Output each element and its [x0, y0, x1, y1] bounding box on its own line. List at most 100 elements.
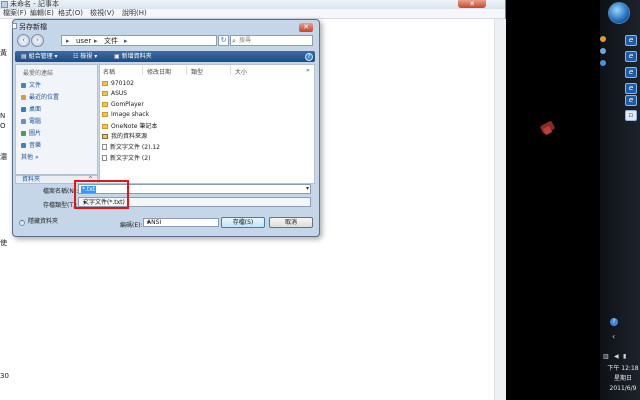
file-name: 新文字文件 (2) — [110, 155, 151, 162]
tray-app-icon[interactable] — [600, 36, 606, 42]
command-bar: ▤ 組合管理 ▾ ☷ 檢視 ▾ ▣ 新增資料夾 ? — [15, 51, 315, 62]
file-name: GomPlayer — [111, 101, 144, 108]
encoding-label: 編碼(E): — [120, 222, 143, 229]
back-button[interactable]: ‹ — [17, 34, 30, 47]
favorite-more[interactable]: 其他 » — [21, 152, 39, 161]
dialog-title-icon — [12, 23, 17, 29]
favorite-label: 其他 — [21, 154, 34, 161]
documents-icon — [21, 83, 26, 88]
volume-icon[interactable]: ◀ — [614, 353, 619, 360]
file-name: 我的資料來源 — [111, 133, 148, 140]
favorite-pictures[interactable]: 圖片 — [21, 128, 41, 137]
text-file-icon — [102, 144, 107, 150]
chevron-down-icon[interactable]: ▾ — [306, 185, 309, 193]
favorite-label: 圖片 — [29, 130, 42, 137]
folder-icon — [102, 91, 108, 96]
dialog-title: 另存新檔 — [19, 23, 47, 31]
tray-app-icon[interactable] — [600, 48, 606, 54]
search-placeholder: 搜尋 — [239, 37, 252, 44]
background-text-fragment: O — [0, 122, 6, 130]
ie-icon[interactable]: e — [625, 51, 637, 62]
folder-icon — [102, 124, 108, 129]
file-name: ASUS — [111, 90, 128, 97]
highlight-annotation-box — [74, 180, 129, 209]
file-item[interactable]: Image shack — [102, 111, 149, 118]
start-orb-icon[interactable] — [608, 2, 630, 24]
save-button[interactable]: 存檔(S) — [221, 217, 265, 228]
battery-icon[interactable]: ▮ — [623, 353, 626, 360]
file-name: 新文字文件 (2).12 — [110, 144, 160, 151]
organize-label: 組合管理 — [28, 53, 53, 60]
encoding-select[interactable]: ANSI ▾ — [143, 218, 219, 227]
column-divider[interactable] — [186, 66, 187, 75]
views-button[interactable]: ☷ 檢視 ▾ — [73, 51, 97, 62]
column-type[interactable]: 類型 — [191, 67, 203, 76]
address-bar[interactable]: ▸ user ▸ 文件 ▸ — [61, 35, 217, 46]
favorite-recent-places[interactable]: 最近的位置 — [21, 92, 59, 101]
favorite-links-pane: 最愛的連結 文件 最近的位置 桌面 電腦 圖片 音樂 其他 » — [15, 64, 98, 175]
ie-icon[interactable]: e — [625, 83, 637, 94]
ie-icon[interactable]: e — [625, 67, 637, 78]
background-text-fragment: 使 — [0, 239, 7, 247]
hide-folders-label: 隱藏資料夾 — [28, 218, 59, 225]
notepad-close-button[interactable]: ✕ — [458, 0, 486, 8]
menu-format[interactable]: 格式(O) — [58, 9, 83, 18]
hide-folders-toggle[interactable]: ˄ 隱藏資料夾 — [19, 216, 58, 226]
show-hidden-icons-arrow[interactable]: ‹ — [612, 332, 615, 341]
refresh-button[interactable]: ↻ — [218, 35, 229, 46]
menu-file[interactable]: 檔案(F) — [3, 9, 27, 18]
notepad-scrollbar[interactable] — [494, 19, 506, 400]
clock-day: 星期日 — [613, 375, 632, 382]
file-item[interactable]: ASUS — [102, 90, 127, 97]
dialog-close-button[interactable]: ✕ — [299, 23, 313, 32]
network-icon[interactable]: ▥ — [603, 353, 609, 360]
more-chevron-icon: » — [34, 154, 39, 161]
column-date-modified[interactable]: 修改日期 — [147, 67, 171, 76]
help-icon[interactable]: ? — [610, 318, 618, 326]
clock[interactable]: 下午 12:18 星期日 2011/6/9 — [606, 364, 640, 394]
notepad-icon — [1, 1, 8, 8]
new-folder-button[interactable]: ▣ 新增資料夾 — [114, 51, 152, 62]
notepad-menubar: 檔案(F) 編輯(E) 格式(O) 檢視(V) 說明(H) — [0, 9, 505, 19]
help-button[interactable]: ? — [305, 53, 313, 61]
menu-view[interactable]: 檢視(V) — [90, 9, 114, 18]
search-icon: ⌕ — [232, 37, 236, 45]
column-menu-icon[interactable]: » — [306, 67, 310, 74]
favorite-label: 最近的位置 — [29, 94, 60, 101]
column-divider[interactable] — [230, 66, 231, 75]
cancel-button[interactable]: 取消 — [269, 217, 313, 228]
shared-folder-icon — [102, 134, 108, 139]
search-input[interactable]: ⌕ 搜尋 — [230, 35, 313, 46]
breadcrumb-user[interactable]: user — [76, 36, 91, 46]
favorite-documents[interactable]: 文件 — [21, 80, 41, 89]
column-divider[interactable] — [142, 66, 143, 75]
menu-help[interactable]: 說明(H) — [122, 9, 147, 18]
favorite-computer[interactable]: 電腦 — [21, 116, 41, 125]
favorite-label: 桌面 — [29, 106, 42, 113]
breadcrumb-documents[interactable]: 文件 — [104, 36, 118, 46]
forward-button[interactable]: › — [31, 34, 44, 47]
music-icon — [21, 143, 26, 148]
ie-icon[interactable]: e — [625, 95, 637, 106]
file-item[interactable]: 我的資料來源 — [102, 131, 147, 140]
file-item[interactable]: 970102 — [102, 80, 134, 87]
file-item[interactable]: OneNote 筆記本 — [102, 121, 157, 130]
views-label: 檢視 — [80, 53, 93, 60]
column-name[interactable]: 名稱 — [103, 67, 115, 76]
navigation-bar: ‹ › ▸ user ▸ 文件 ▸ ↻ ⌕ 搜尋 — [15, 34, 315, 49]
favorite-music[interactable]: 音樂 — [21, 140, 41, 149]
file-item[interactable]: 新文字文件 (2).12 — [102, 142, 160, 151]
window-icon[interactable]: ▫ — [625, 110, 637, 121]
organize-button[interactable]: ▤ 組合管理 ▾ — [21, 51, 58, 62]
path-separator: ▸ — [66, 37, 70, 45]
ie-icon[interactable]: e — [625, 35, 637, 46]
tray-app-icon[interactable] — [600, 60, 606, 66]
favorite-label: 電腦 — [29, 118, 42, 125]
file-item[interactable]: 新文字文件 (2) — [102, 153, 150, 162]
menu-edit[interactable]: 編輯(E) — [30, 9, 54, 18]
path-separator: ▸ — [124, 37, 128, 45]
column-size[interactable]: 大小 — [235, 67, 247, 76]
file-item[interactable]: GomPlayer — [102, 101, 144, 108]
file-name: Image shack — [111, 111, 150, 118]
favorite-desktop[interactable]: 桌面 — [21, 104, 41, 113]
